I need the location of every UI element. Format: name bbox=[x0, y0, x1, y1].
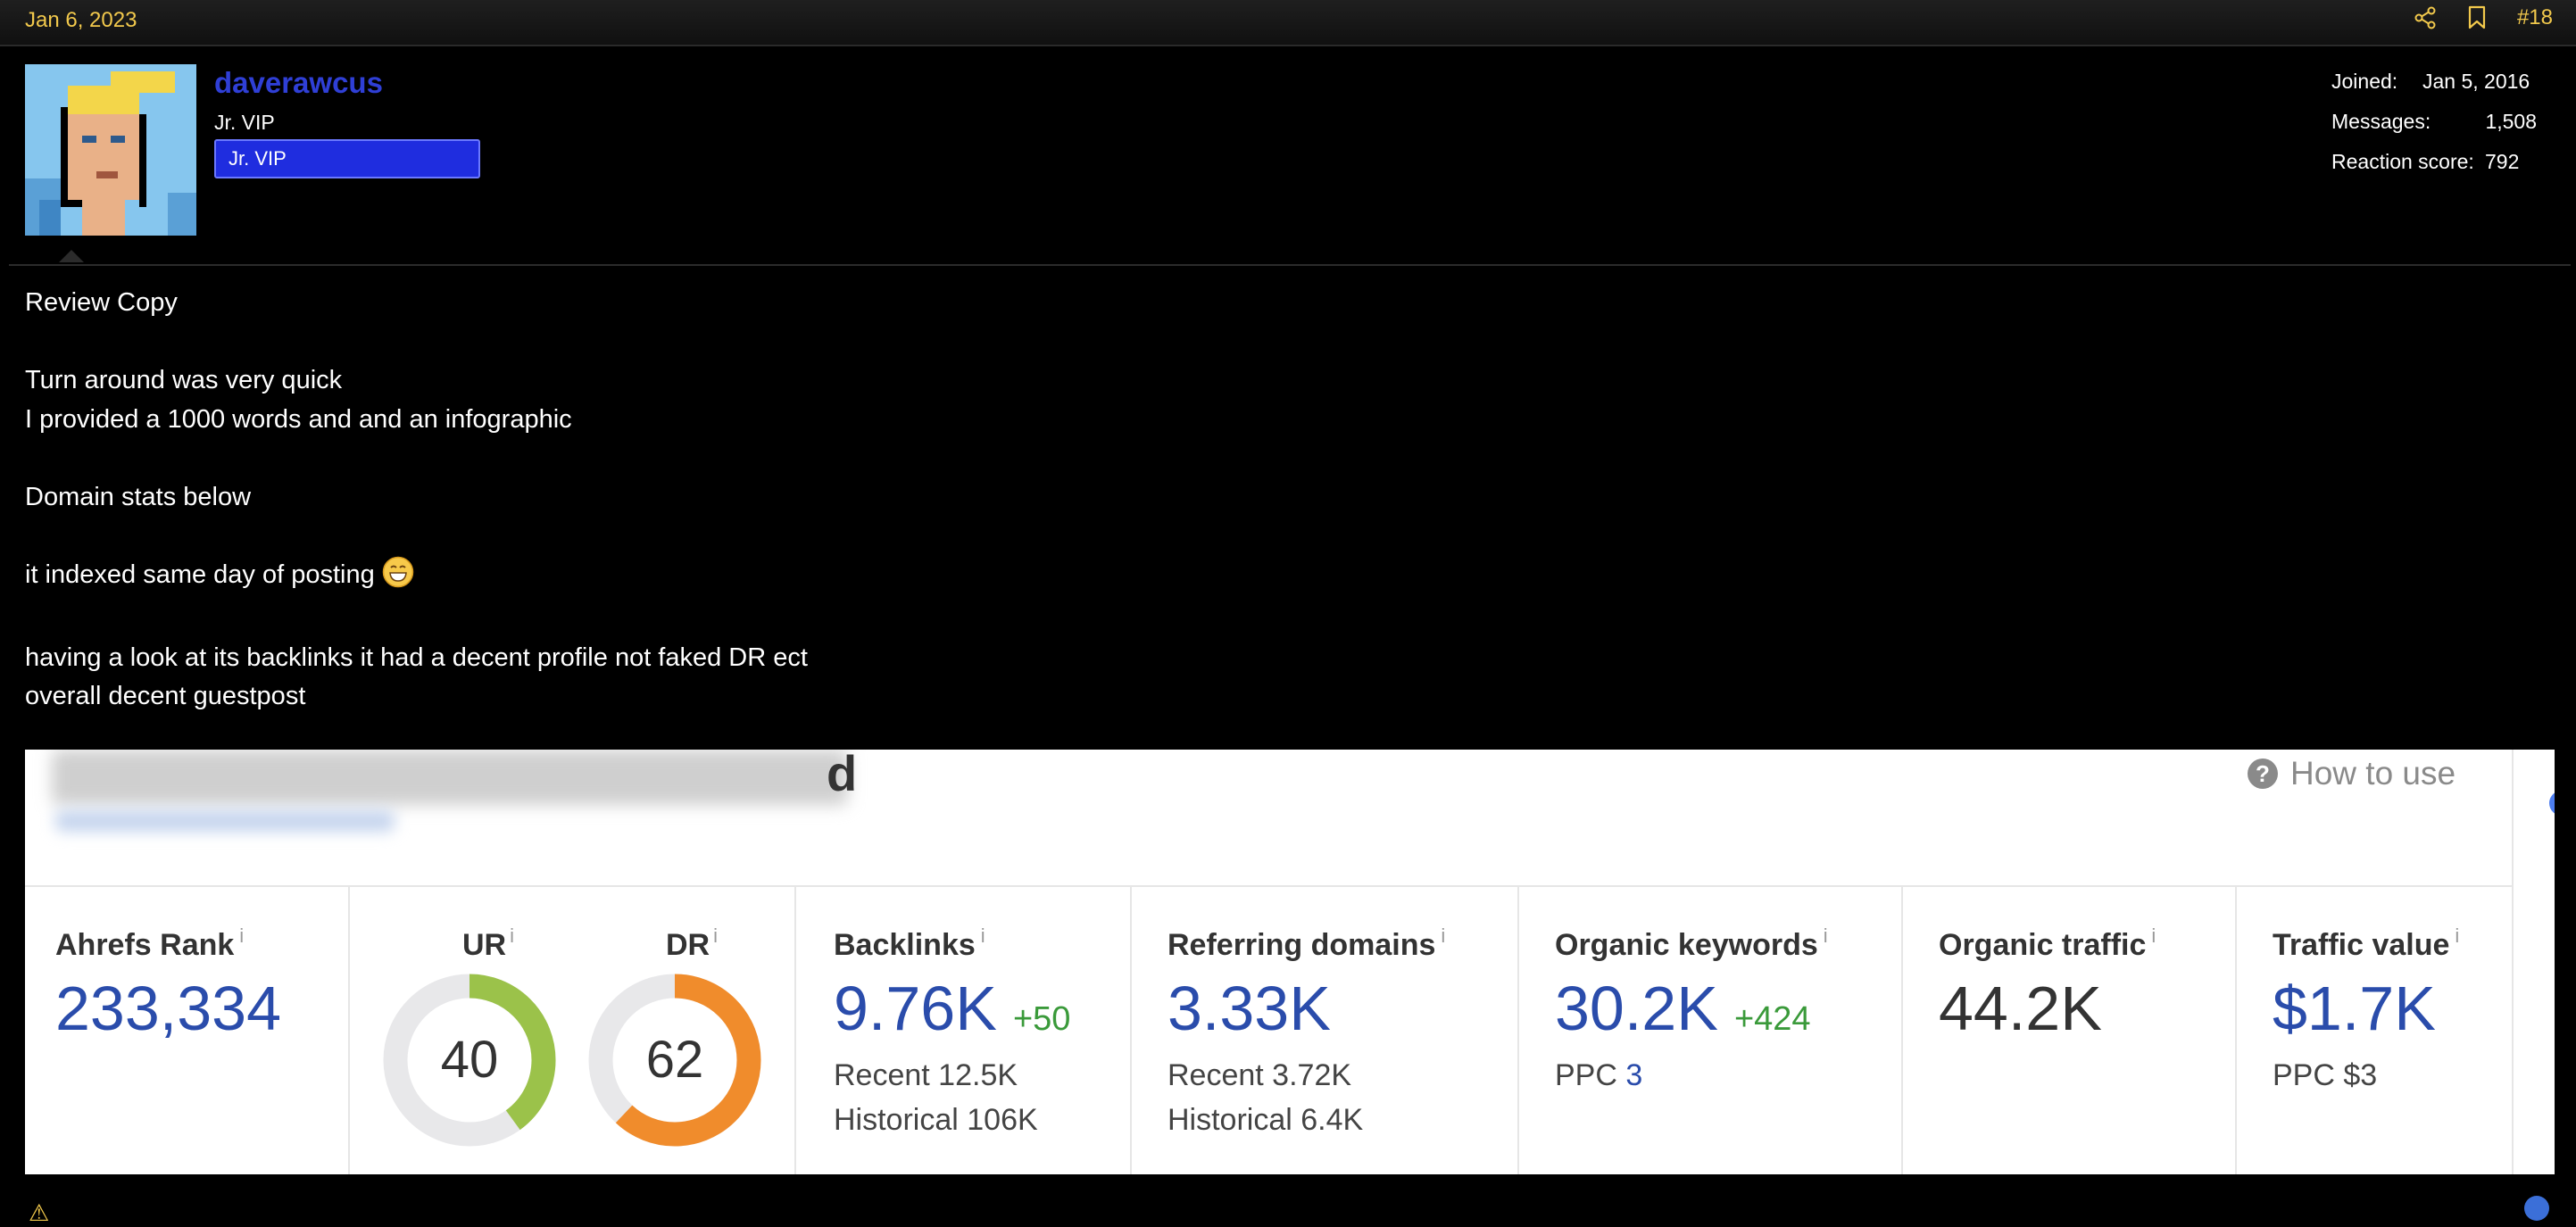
stat-value: Jan 5, 2016 bbox=[2422, 70, 2530, 93]
stat-value: 792 bbox=[2485, 150, 2520, 173]
bookmark-icon[interactable] bbox=[2467, 5, 2487, 30]
share-icon[interactable] bbox=[2414, 6, 2437, 29]
panel-edge bbox=[2512, 750, 2514, 1174]
metric-label: Ahrefs Rank i bbox=[55, 924, 245, 962]
avatar[interactable] bbox=[25, 64, 196, 236]
post-footer-partial: ⚠ bbox=[0, 1174, 2576, 1226]
site-title-tail: d bbox=[827, 750, 858, 801]
stat-joined: Joined: Jan 5, 2016 bbox=[2331, 70, 2537, 110]
metric-value: 44.2K bbox=[1939, 974, 2102, 1043]
stat-label: Reaction score: bbox=[2331, 150, 2474, 173]
body-line: it indexed same day of posting bbox=[25, 560, 375, 589]
user-title: Jr. VIP bbox=[214, 111, 275, 134]
info-icon: i bbox=[713, 924, 718, 947]
metric-historical: Historical 106K bbox=[834, 1103, 1038, 1137]
metric-organic-traffic: Organic traffic i 44.2K bbox=[1903, 887, 2237, 1174]
ahrefs-stats-image: d ? How to use Ahrefs Rank i 233,334 UR i … bbox=[25, 750, 2555, 1174]
metric-value: $1.7K bbox=[2273, 974, 2436, 1043]
ur-value: 40 bbox=[440, 1031, 499, 1089]
body-line: overall decent guestpost bbox=[25, 682, 306, 710]
post-date[interactable]: Jan 6, 2023 bbox=[25, 8, 137, 33]
metric-value: 30.2K +424 bbox=[1555, 974, 1811, 1043]
user-banner: Jr. VIP bbox=[214, 139, 480, 178]
post-number-link[interactable]: #18 bbox=[2517, 5, 2553, 30]
ur-label: UR i bbox=[462, 924, 514, 962]
body-line: I provided a 1000 words and and an infog… bbox=[25, 404, 572, 434]
body-line: Review Copy bbox=[25, 288, 178, 317]
metric-label: Organic traffic i bbox=[1939, 924, 2156, 962]
stat-label: Messages: bbox=[2331, 110, 2431, 133]
metric-label: Organic keywords i bbox=[1555, 924, 1828, 962]
blurred-site-title bbox=[52, 750, 848, 805]
metric-ur-dr: UR i 40 DR i 62 bbox=[350, 887, 796, 1174]
dr-value: 62 bbox=[645, 1031, 704, 1089]
info-icon: i bbox=[510, 924, 514, 947]
footer-actions-cut bbox=[2524, 1196, 2549, 1221]
metric-organic-keywords: Organic keywords i 30.2K +424 PPC 3 bbox=[1519, 887, 1903, 1174]
dr-label: DR i bbox=[666, 924, 718, 962]
info-icon: i bbox=[2151, 924, 2156, 947]
username-link[interactable]: daverawcus bbox=[214, 66, 383, 100]
body-line: Domain stats below bbox=[25, 482, 252, 511]
body-line-with-emoji: it indexed same day of posting bbox=[25, 556, 808, 601]
stat-label: Joined: bbox=[2331, 70, 2398, 93]
body-line: having a look at its backlinks it had a … bbox=[25, 643, 808, 672]
metric-value: 3.33K bbox=[1168, 974, 1331, 1043]
question-icon: ? bbox=[2248, 759, 2278, 789]
post-body: Review Copy Turn around was very quick I… bbox=[25, 284, 808, 717]
metric-label: Backlinks i bbox=[834, 924, 985, 962]
stat-reaction-score: Reaction score: 792 bbox=[2331, 150, 2537, 190]
metric-label: Traffic value i bbox=[2273, 924, 2460, 962]
blurred-site-url bbox=[55, 810, 395, 832]
post-header-bar: Jan 6, 2023 #18 bbox=[0, 0, 2576, 46]
metric-ppc: PPC $3 bbox=[2273, 1058, 2378, 1092]
metric-value: 233,334 bbox=[55, 974, 282, 1043]
metric-recent: Recent 3.72K bbox=[1168, 1058, 1352, 1092]
grin-emoji-icon bbox=[382, 556, 414, 601]
metric-value: 9.76K +50 bbox=[834, 974, 1071, 1043]
metric-ppc: PPC 3 bbox=[1555, 1058, 1643, 1092]
info-circle-icon bbox=[2524, 1196, 2549, 1221]
avatar-pointer bbox=[59, 250, 84, 262]
info-icon: i bbox=[1441, 924, 1446, 947]
info-icon: i bbox=[980, 924, 985, 947]
stat-value: 1,508 bbox=[2485, 110, 2537, 133]
metric-delta: +50 bbox=[1012, 1000, 1071, 1038]
user-stats: Joined: Jan 5, 2016 Messages: 1,508 Reac… bbox=[2331, 70, 2537, 190]
stat-messages: Messages: 1,508 bbox=[2331, 110, 2537, 150]
metric-recent: Recent 12.5K bbox=[834, 1058, 1018, 1092]
info-icon: i bbox=[2455, 924, 2460, 947]
metric-ahrefs-rank: Ahrefs Rank i 233,334 bbox=[25, 887, 350, 1174]
metric-historical: Historical 6.4K bbox=[1168, 1103, 1364, 1137]
info-icon: i bbox=[1823, 924, 1828, 947]
how-to-use-label: How to use bbox=[2290, 755, 2456, 792]
body-line: Turn around was very quick bbox=[25, 366, 343, 394]
post-actions: #18 bbox=[2414, 5, 2553, 30]
header-divider bbox=[9, 264, 2571, 266]
how-to-use-link: ? How to use bbox=[2248, 755, 2456, 792]
report-link-cut-icon: ⚠ bbox=[29, 1199, 50, 1226]
edge-dot-icon bbox=[2549, 791, 2555, 816]
metric-referring-domains: Referring domains i 3.33K Recent 3.72K Hi… bbox=[1132, 887, 1519, 1174]
metric-delta: +424 bbox=[1733, 1000, 1811, 1038]
info-icon: i bbox=[239, 924, 245, 947]
metric-label: Referring domains i bbox=[1168, 924, 1446, 962]
metric-backlinks: Backlinks i 9.76K +50 Recent 12.5K Histori… bbox=[796, 887, 1132, 1174]
metric-traffic-value: Traffic value i $1.7K PPC $3 bbox=[2237, 887, 2512, 1174]
